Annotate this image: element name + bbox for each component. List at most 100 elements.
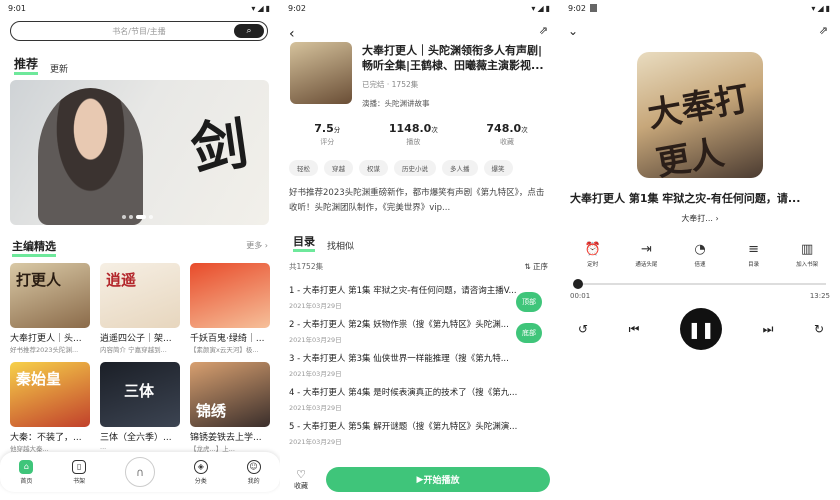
- episode-count: 共1752集: [289, 262, 324, 271]
- cover-text: 锦绣: [196, 402, 227, 420]
- favorite-button[interactable]: ♡ 收藏: [294, 468, 308, 491]
- status-bar: 9:01 ▾◢▮: [0, 0, 280, 16]
- tag[interactable]: 权谋: [359, 160, 388, 176]
- nav-bookshelf[interactable]: ▯ 书架: [72, 459, 87, 485]
- detail-tabs: 目录 找相似: [293, 233, 354, 252]
- status-time: 9:02: [568, 3, 586, 13]
- episode-item[interactable]: 5 - 大奉打更人 第5集 解开谜题（搜《第九特区》头陀渊演... 2021年03…: [289, 420, 551, 454]
- book-card[interactable]: 打更人 大奉打更人｜头... 好书推荐2023头陀渊...: [10, 263, 90, 354]
- start-play-button[interactable]: ▶ 开始播放: [326, 467, 550, 492]
- episode-item[interactable]: 4 - 大奉打更人 第4集 是时候表演真正的技术了（搜《第九... 2021年03…: [289, 386, 551, 420]
- sort-icon: ⇅: [524, 262, 533, 271]
- books-icon: ▥: [801, 242, 814, 257]
- tab-catalog[interactable]: 目录: [293, 233, 315, 252]
- chevron-down-icon[interactable]: ⌄: [568, 24, 578, 38]
- scroll-bottom-button[interactable]: 底部: [516, 323, 542, 343]
- album-link[interactable]: 大奉打... ›: [560, 213, 840, 224]
- episode-list: 1 - 大奉打更人 第1集 牢狱之灾-有任何问题，请咨询主播V... 2021年0…: [289, 284, 551, 454]
- book-title: 逍遥四公子｜架...: [100, 334, 172, 344]
- time-total: 13:25: [809, 292, 830, 300]
- nav-category[interactable]: ◈ 分类: [193, 459, 208, 485]
- stat-unit: 次: [431, 126, 438, 134]
- catalog-button[interactable]: ≡ 目录: [734, 242, 774, 268]
- album-detail-screen: 9:02 ▾◢▮ ‹ ⇗ 大奉打更人｜头陀渊领衔多人有声剧|畅听全集|王鹤棣、田…: [280, 0, 560, 500]
- add-shelf-button[interactable]: ▥ 加入书架: [787, 242, 827, 268]
- progress-handle[interactable]: [572, 279, 583, 289]
- book-cover: 秦始皇: [10, 362, 90, 427]
- album-anchor[interactable]: 演播：头陀渊讲故事: [362, 98, 430, 109]
- tag[interactable]: 多人播: [442, 160, 478, 176]
- favorite-label: 收藏: [294, 482, 308, 490]
- stat-favorites: 748.0次 收藏: [486, 122, 527, 147]
- home-icon: ⌂: [19, 459, 34, 474]
- timer-button[interactable]: ⏰ 定时: [573, 242, 613, 268]
- search-input[interactable]: 书名/节目/主播: [112, 26, 165, 37]
- episode-date: 2021年03月29日: [289, 438, 342, 446]
- tag[interactable]: 历史小说: [394, 160, 436, 176]
- cover-text: 秦始皇: [16, 370, 62, 388]
- album-intro[interactable]: 好书推荐2023头陀渊重磅新作，都市爆笑有声剧《第九特区》，点击收听！头陀渊团队…: [289, 186, 551, 216]
- list-icon: ≡: [748, 242, 760, 257]
- book-card[interactable]: 三体 三体（全六季）... ...: [100, 362, 180, 453]
- tool-label: 通话头尾: [635, 262, 658, 268]
- pagination-dot: [122, 215, 126, 219]
- tool-label: 倍速: [694, 262, 706, 268]
- tab-similar[interactable]: 找相似: [327, 239, 354, 252]
- pause-button[interactable]: ❚❚: [680, 308, 722, 350]
- episode-item[interactable]: 1 - 大奉打更人 第1集 牢狱之灾-有任何问题，请咨询主播V... 2021年0…: [289, 284, 551, 318]
- episode-date: 2021年03月29日: [289, 302, 342, 310]
- book-cover: [190, 263, 270, 328]
- back-arrow-icon[interactable]: ‹: [289, 26, 295, 42]
- nav-label: 分类: [194, 477, 207, 485]
- episode-title: 2 - 大奉打更人 第2集 妖物作祟（搜《第九特区》头陀渊...: [289, 320, 509, 330]
- episode-title: 5 - 大奉打更人 第5集 解开谜题（搜《第九特区》头陀渊演...: [289, 422, 518, 432]
- previous-icon[interactable]: ⏮: [629, 322, 640, 337]
- book-cover: 逍遥: [100, 263, 180, 328]
- share-icon[interactable]: ⇗: [539, 24, 548, 37]
- episode-item[interactable]: 3 - 大奉打更人 第3集 仙侠世界一样能推理（搜《第九特... 2021年03月…: [289, 352, 551, 386]
- stat-plays: 1148.0次 播放: [389, 122, 438, 147]
- play-icon: ▶: [416, 474, 424, 485]
- tag-list: 轻松 穿越 权谋 历史小说 多人播 爆笑: [289, 160, 513, 176]
- nav-home[interactable]: ⌂ 首页: [19, 459, 34, 485]
- section-more-link[interactable]: 更多 ›: [246, 240, 268, 251]
- book-card[interactable]: 秦始皇 大秦：不装了，... 他穿越大秦...: [10, 362, 90, 453]
- nav-label: 我的: [247, 477, 260, 485]
- home-screen: 9:01 ▾◢▮ 书名/节目/主播 ⌕ 推荐 更新 剑 主编精选 更多 › 打更…: [0, 0, 280, 500]
- banner-character-image: [38, 88, 143, 225]
- player-cover: 大奉打更人: [637, 52, 763, 178]
- episode-item[interactable]: 2 - 大奉打更人 第2集 妖物作祟（搜《第九特区》头陀渊... 2021年03月…: [289, 318, 551, 352]
- progress-bar[interactable]: [572, 279, 826, 289]
- search-icon[interactable]: ⌕: [234, 24, 264, 38]
- tab-recommend[interactable]: 推荐: [14, 55, 39, 75]
- next-icon[interactable]: ⏭: [763, 322, 774, 337]
- player-headphones-icon[interactable]: ∩: [124, 457, 155, 487]
- book-subtitle: 内容简介 宁嘉穿越到...: [100, 346, 167, 354]
- book-title: 大奉打更人｜头...: [10, 334, 82, 344]
- tag[interactable]: 轻松: [289, 160, 318, 176]
- tag[interactable]: 爆笑: [483, 160, 513, 176]
- notification-icon: [589, 4, 597, 12]
- search-bar[interactable]: 书名/节目/主播 ⌕: [10, 21, 268, 41]
- time-current: 00:01: [570, 292, 591, 300]
- rewind-15-icon[interactable]: ↺: [578, 322, 588, 336]
- hero-banner[interactable]: 剑: [10, 80, 269, 225]
- stat-value: 748.0: [486, 122, 522, 135]
- tag[interactable]: 穿越: [324, 160, 353, 176]
- stat-value: 7.5: [314, 122, 334, 135]
- tab-update[interactable]: 更新: [50, 62, 68, 75]
- book-card[interactable]: 逍遥 逍遥四公子｜架... 内容简介 宁嘉穿越到...: [100, 263, 180, 354]
- tool-label: 加入书架: [796, 262, 819, 268]
- speed-button[interactable]: ◔ 倍速: [680, 242, 720, 268]
- sort-button[interactable]: ⇅ 正序: [524, 261, 548, 272]
- scroll-top-button[interactable]: 顶部: [516, 292, 542, 312]
- skip-intro-button[interactable]: ⇥ 通话头尾: [626, 242, 666, 268]
- nav-profile[interactable]: ☺ 我的: [246, 459, 261, 485]
- status-icons: ▾◢▮: [251, 3, 272, 13]
- pagination-dot: [129, 215, 133, 219]
- book-card[interactable]: 千妖百鬼·绿绮｜... 【素颜寅x云天河】极...: [190, 263, 270, 354]
- book-card[interactable]: 锦绣 锦锈姜铁去上学... 【龙虎...】上...: [190, 362, 270, 453]
- forward-15-icon[interactable]: ↻: [814, 322, 824, 336]
- share-icon[interactable]: ⇗: [819, 24, 828, 37]
- cover-text: 打更人: [16, 271, 62, 289]
